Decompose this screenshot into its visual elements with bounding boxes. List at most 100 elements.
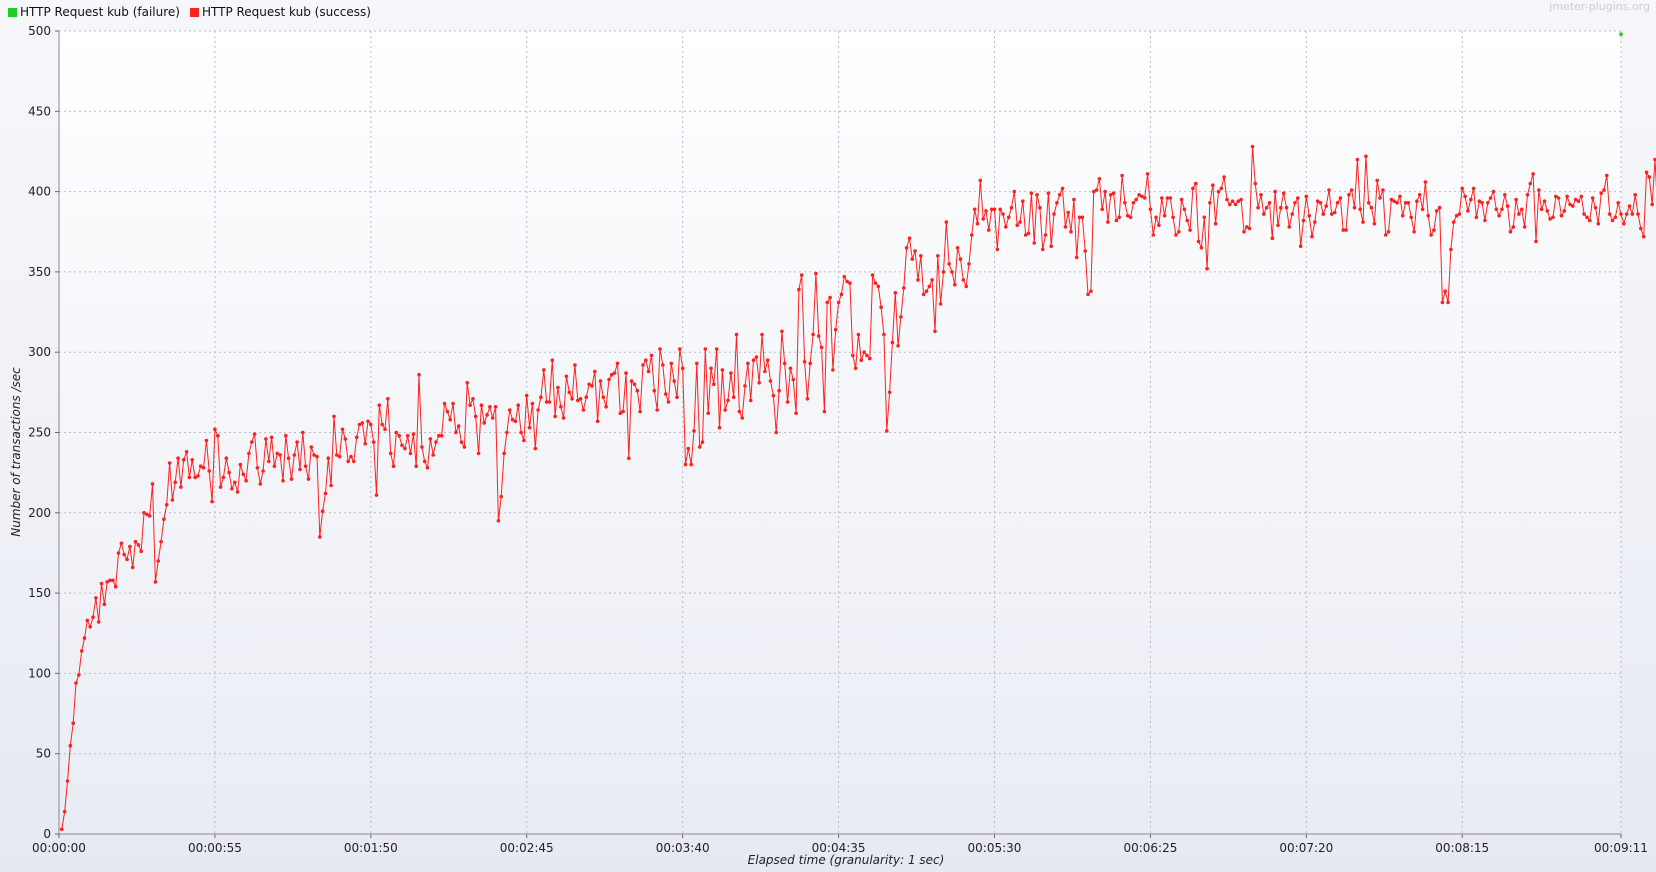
- data-point: [187, 475, 192, 480]
- data-point: [377, 403, 382, 408]
- data-point: [513, 419, 518, 424]
- data-point: [1009, 205, 1014, 210]
- data-point: [754, 355, 759, 359]
- data-point: [235, 490, 240, 494]
- data-point: [1290, 212, 1294, 216]
- data-point: [1565, 194, 1569, 199]
- data-point: [224, 456, 229, 461]
- data-point: [1134, 197, 1138, 202]
- data-point: [1542, 199, 1547, 203]
- data-point: [593, 369, 597, 374]
- data-point: [1256, 205, 1260, 210]
- data-point: [595, 419, 600, 424]
- data-point: [768, 379, 773, 383]
- data-point: [1117, 215, 1121, 220]
- data-point: [184, 450, 189, 454]
- data-point: [581, 408, 586, 412]
- data-point: [666, 400, 671, 404]
- data-point: [970, 233, 974, 237]
- data-point: [476, 451, 481, 456]
- data-point: [632, 382, 637, 387]
- x-tick-label: 00:00:00: [32, 841, 86, 855]
- data-point: [556, 385, 560, 390]
- data-point: [794, 411, 798, 416]
- data-point: [1434, 209, 1439, 213]
- data-point: [1196, 239, 1201, 244]
- data-point: [777, 388, 781, 393]
- data-point: [139, 549, 143, 554]
- data-point: [992, 207, 997, 212]
- data-point: [868, 356, 872, 361]
- data-point: [1503, 193, 1507, 197]
- data-point: [921, 292, 926, 297]
- data-point: [1304, 194, 1309, 199]
- data-point: [1386, 230, 1391, 234]
- data-point: [286, 456, 291, 461]
- data-point: [1647, 175, 1652, 179]
- data-point: [1162, 213, 1167, 218]
- data-point: [1460, 186, 1464, 191]
- data-point: [422, 459, 427, 464]
- data-point: [465, 380, 470, 385]
- data-point: [1537, 188, 1541, 192]
- y-tick-label: 250: [28, 426, 51, 440]
- data-point: [1545, 209, 1550, 213]
- data-point: [573, 363, 577, 367]
- data-point: [771, 393, 776, 398]
- data-point: [71, 721, 75, 725]
- data-point: [1148, 207, 1153, 212]
- data-point: [431, 453, 436, 457]
- data-point: [1179, 197, 1184, 202]
- data-point: [1029, 191, 1034, 195]
- data-point: [269, 435, 274, 440]
- data-point: [1469, 197, 1473, 202]
- data-point: [1556, 196, 1561, 200]
- data-point: [955, 246, 960, 250]
- data-point: [284, 433, 288, 438]
- data-point: [60, 827, 64, 831]
- data-point: [936, 254, 940, 258]
- y-tick-label: 200: [28, 506, 51, 520]
- data-point: [1395, 201, 1399, 205]
- data-point: [272, 464, 277, 469]
- data-point: [1508, 230, 1513, 234]
- data-point: [1276, 223, 1280, 228]
- data-point: [1409, 215, 1413, 220]
- data-point: [386, 397, 390, 401]
- chart-svg: 0 50 100 150 200 250 300 350 400 450 500 00:00:00 00…: [9, 24, 1656, 867]
- data-point: [780, 329, 784, 334]
- data-point: [1233, 202, 1238, 207]
- data-point: [1174, 233, 1178, 237]
- data-point: [1185, 218, 1190, 223]
- data-point: [774, 430, 778, 435]
- data-point: [808, 361, 812, 366]
- data-point: [831, 368, 835, 372]
- data-point: [289, 477, 294, 481]
- data-point: [1500, 207, 1504, 212]
- x-tick-label: 00:06:25: [1123, 841, 1177, 855]
- data-point: [1624, 212, 1629, 216]
- data-point: [1412, 230, 1416, 234]
- data-point: [1486, 201, 1490, 205]
- data-point: [1361, 220, 1365, 224]
- data-point: [1035, 193, 1039, 197]
- data-point: [1177, 230, 1181, 234]
- data-point: [366, 419, 370, 424]
- data-point: [326, 456, 331, 461]
- data-point: [927, 284, 932, 289]
- data-point: [167, 461, 172, 465]
- data-point: [1298, 244, 1303, 248]
- data-point: [1517, 212, 1521, 216]
- data-point: [400, 443, 404, 448]
- data-point: [1406, 201, 1411, 205]
- data-point: [210, 499, 214, 504]
- data-point: [462, 445, 467, 449]
- data-point: [731, 395, 736, 400]
- data-point: [896, 344, 900, 348]
- data-point: [1094, 188, 1099, 192]
- data-point: [570, 397, 574, 401]
- data-point: [414, 464, 419, 469]
- data-point: [227, 470, 231, 475]
- data-point: [408, 451, 413, 456]
- data-point: [873, 281, 878, 285]
